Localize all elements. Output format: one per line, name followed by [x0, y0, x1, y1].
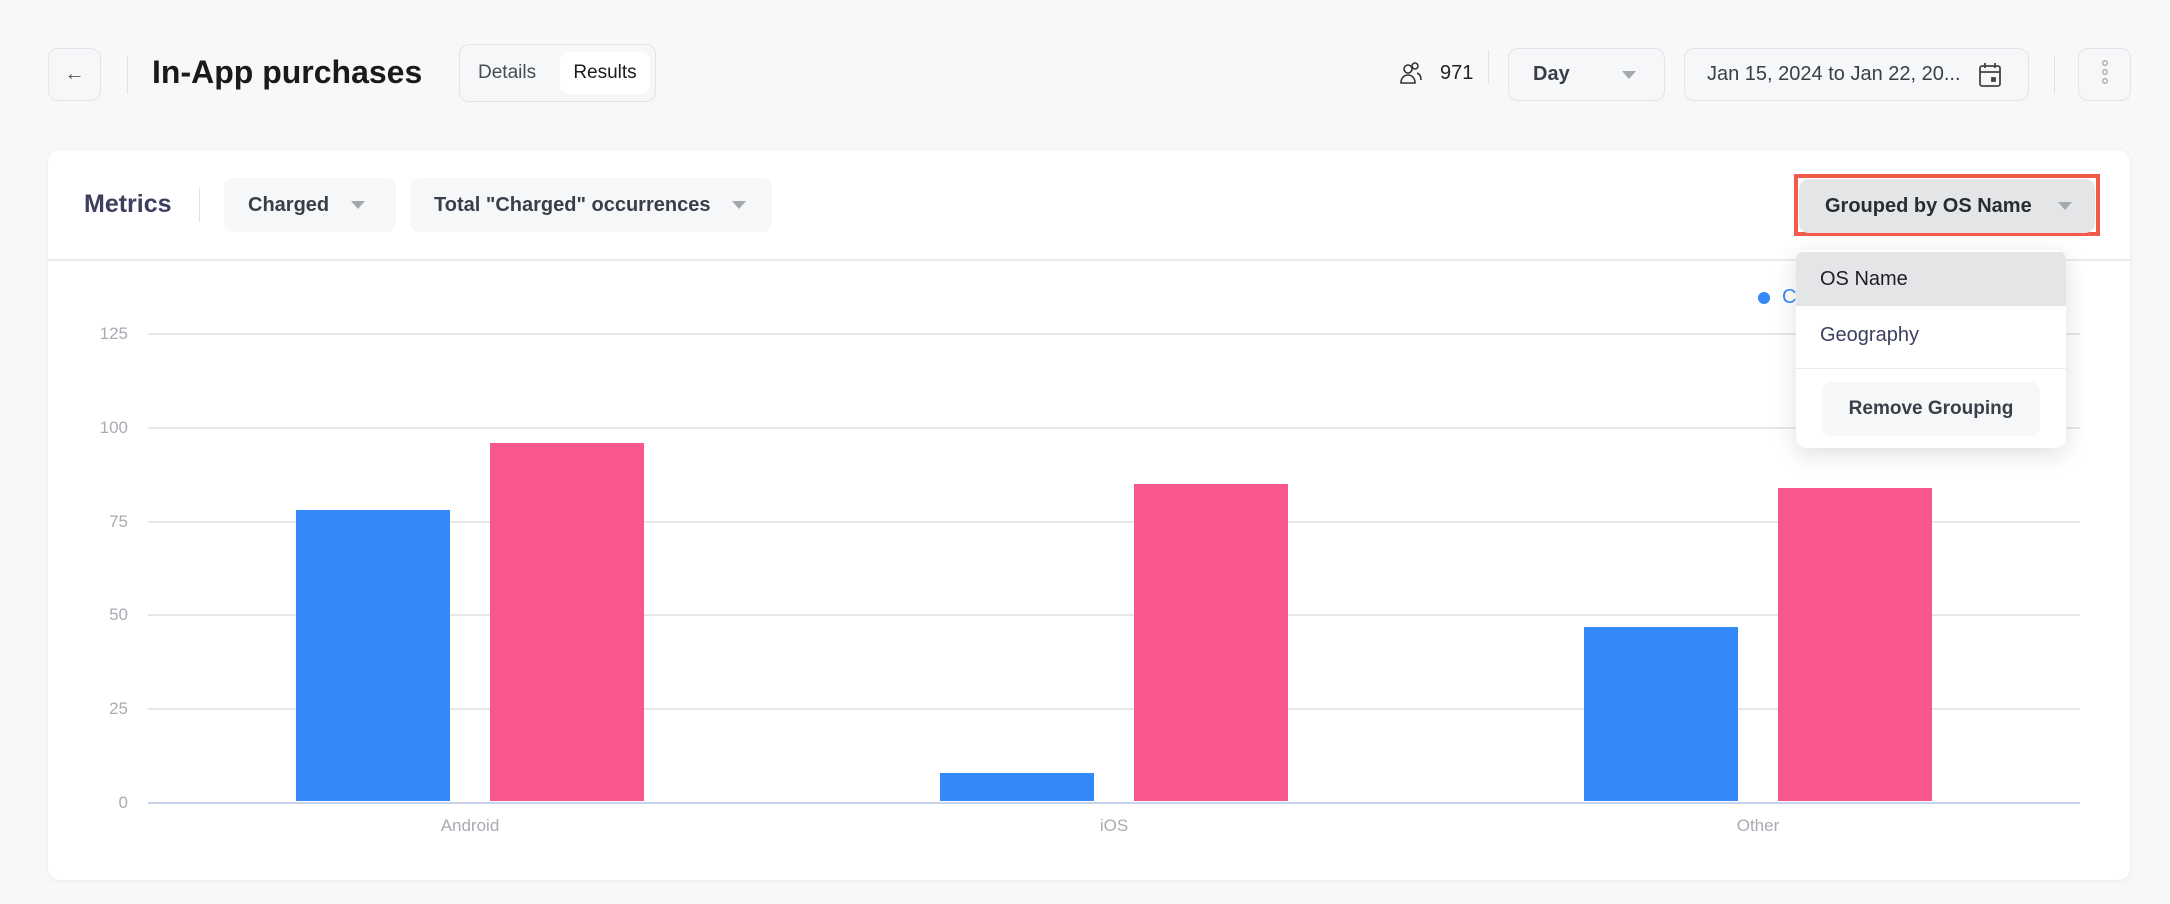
page-title: In-App purchases	[152, 54, 423, 90]
tab-results[interactable]: Results	[560, 52, 650, 94]
menu-item-geography[interactable]: Geography	[1796, 308, 2066, 362]
menu-item-os-name[interactable]: OS Name	[1796, 252, 2066, 306]
y-tick-label: 0	[118, 793, 128, 812]
arrow-left-icon: ←	[64, 63, 85, 85]
users-icon	[1398, 60, 1424, 86]
kebab-icon	[2101, 59, 2109, 90]
y-tick-label: 25	[109, 699, 128, 719]
bar-ios-series-1[interactable]	[940, 772, 1094, 801]
view-tabs: Details Results	[459, 44, 656, 102]
bar-other-series-1[interactable]	[1584, 626, 1738, 801]
bar-android-series-2[interactable]	[490, 442, 644, 801]
date-range-value: Jan 15, 2024 to Jan 22, 20...	[1707, 63, 1961, 85]
y-tick-label: 125	[99, 324, 128, 343]
x-tick-label: Android	[440, 816, 500, 835]
group-by-menu: OS Name Geography Remove Grouping	[1796, 250, 2066, 448]
date-range-picker[interactable]: Jan 15, 2024 to Jan 22, 20...	[1684, 48, 2029, 101]
back-button[interactable]: ←	[48, 48, 101, 101]
gridline	[148, 333, 2080, 335]
more-options-button[interactable]	[2078, 48, 2131, 101]
results-card: Metrics Charged Total "Charged" occurren…	[48, 150, 2130, 880]
x-tick-label: iOS	[1099, 816, 1129, 835]
bar-android-series-1[interactable]	[296, 510, 450, 801]
y-tick-label: 100	[99, 417, 128, 437]
divider	[2054, 56, 2055, 94]
remove-grouping-button[interactable]: Remove Grouping	[1822, 382, 2040, 436]
tab-details[interactable]: Details	[478, 62, 536, 84]
menu-divider	[1796, 368, 2066, 369]
chevron-down-icon	[1622, 70, 1636, 79]
divider	[1488, 50, 1489, 84]
bar-other-series-2[interactable]	[1778, 487, 1932, 801]
y-tick-label: 75	[109, 511, 128, 531]
calendar-icon	[1978, 62, 2002, 93]
x-tick-label: Other	[1736, 816, 1780, 835]
y-tick-label: 50	[109, 605, 128, 625]
users-count: 971	[1440, 62, 1474, 84]
gridline	[148, 426, 2080, 429]
bar-ios-series-2[interactable]	[1134, 484, 1288, 801]
granularity-dropdown[interactable]: Day	[1508, 48, 1665, 101]
gridline	[148, 802, 2080, 804]
divider	[127, 56, 128, 94]
granularity-value: Day	[1533, 63, 1570, 85]
